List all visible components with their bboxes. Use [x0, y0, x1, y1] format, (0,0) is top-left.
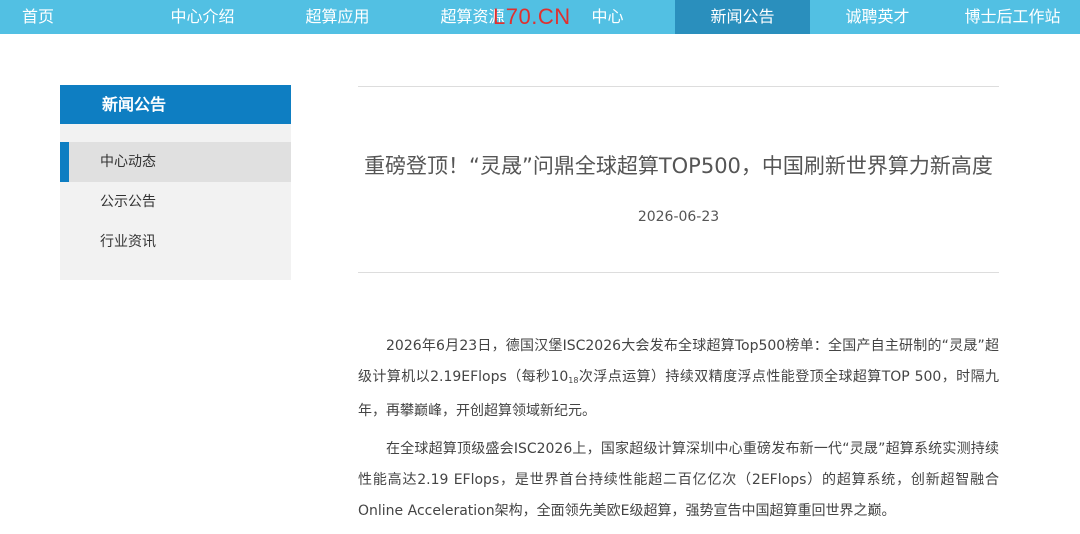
- article-body: 2026年6月23日，德国汉堡ISC2026大会发布全球超算Top500榜单：全…: [358, 331, 999, 527]
- divider-bottom: [358, 272, 999, 273]
- paragraph-1-exponent: 18: [568, 376, 579, 385]
- nav-item-resources[interactable]: 超算资源: [405, 0, 540, 34]
- divider-top: [358, 86, 999, 87]
- nav-item-postdoc[interactable]: 博士后工作站: [945, 0, 1080, 34]
- article-paragraph-2: 在全球超算顶级盛会ISC2026上，国家超级计算深圳中心重磅发布新一代“灵晟”超…: [358, 441, 999, 519]
- sidebar-list: 中心动态 公示公告 行业资讯: [60, 124, 291, 280]
- sidebar-title: 新闻公告: [60, 85, 291, 124]
- sidebar-item-center-news[interactable]: 中心动态: [60, 142, 291, 182]
- article: 重磅登顶！“灵晟”问鼎全球超算TOP500，中国刷新世界算力新高度 2026-0…: [358, 86, 999, 534]
- nav-item-careers[interactable]: 诚聘英才: [810, 0, 945, 34]
- article-title: 重磅登顶！“灵晟”问鼎全球超算TOP500，中国刷新世界算力新高度: [364, 154, 993, 178]
- article-paragraph-1: 2026年6月23日，德国汉堡ISC2026大会发布全球超算Top500榜单：全…: [358, 331, 999, 427]
- nav-item-center[interactable]: 中心: [540, 0, 675, 34]
- nav-item-news[interactable]: 新闻公告: [675, 0, 810, 34]
- sidebar-item-industry-news[interactable]: 行业资讯: [60, 222, 291, 262]
- sidebar-item-announcements[interactable]: 公示公告: [60, 182, 291, 222]
- article-date: 2026-06-23: [637, 209, 720, 225]
- sidebar: 新闻公告 中心动态 公示公告 行业资讯: [60, 85, 291, 280]
- nav-item-home[interactable]: 首页: [0, 0, 135, 34]
- nav-item-applications[interactable]: 超算应用: [270, 0, 405, 34]
- nav-item-about[interactable]: 中心介绍: [135, 0, 270, 34]
- top-nav: 首页 中心介绍 超算应用 超算资源 中心 新闻公告 诚聘英才 博士后工作站: [0, 0, 1080, 34]
